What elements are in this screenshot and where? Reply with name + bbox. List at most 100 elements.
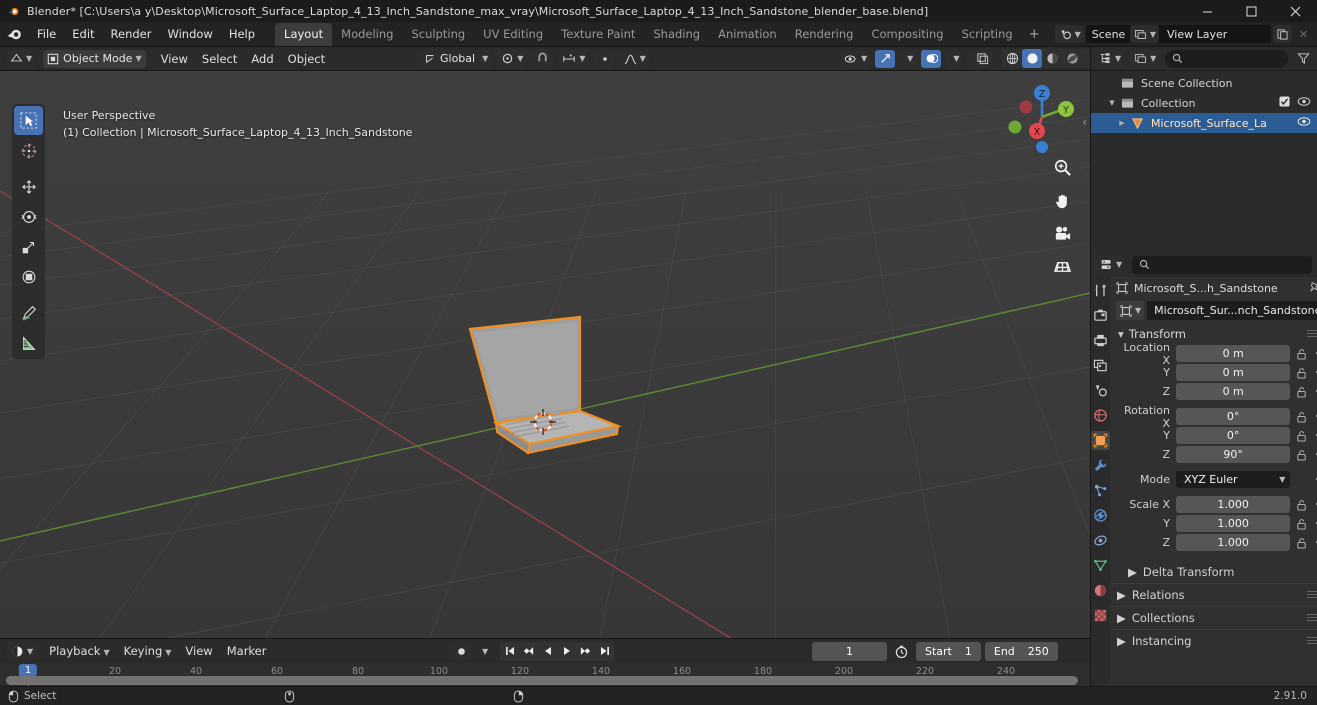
add-workspace-button[interactable]: + [1022, 25, 1047, 44]
lock-icon[interactable] [1294, 537, 1308, 549]
animate-property-dot[interactable]: • [1312, 429, 1317, 442]
expand-arrow[interactable]: ▼ [1105, 99, 1119, 107]
viewport-menu-object[interactable]: Object [281, 50, 332, 68]
lock-icon[interactable] [1294, 411, 1308, 423]
material-tab[interactable] [1091, 581, 1110, 600]
scene-tab[interactable] [1091, 381, 1110, 400]
solid-shading-button[interactable] [1022, 49, 1043, 68]
outliner-row-collection[interactable]: ▼ Collection [1091, 93, 1317, 113]
overlays-toggle[interactable] [921, 49, 942, 68]
modifier-tab[interactable] [1091, 456, 1110, 475]
physics-tab[interactable] [1091, 506, 1110, 525]
world-tab[interactable] [1091, 406, 1110, 425]
xray-toggle[interactable] [972, 49, 993, 68]
delta-transform-panel[interactable]: ▶ Delta Transform [1110, 560, 1317, 583]
3d-viewport[interactable]: User Perspective (1) Collection | Micros… [0, 71, 1090, 638]
eye-icon[interactable] [1297, 96, 1311, 110]
animate-property-dot[interactable]: • [1312, 410, 1317, 423]
snap-settings-dropdown[interactable]: ▼ [558, 49, 589, 68]
hand-icon[interactable] [1050, 188, 1074, 212]
properties-editor-type-button[interactable]: ▼ [1096, 255, 1126, 274]
particles-tab[interactable] [1091, 481, 1110, 500]
instancing-panel[interactable]: ▶ Instancing [1110, 629, 1317, 652]
timeline-menu-marker[interactable]: Marker [220, 642, 274, 660]
outliner-search-input[interactable] [1165, 49, 1288, 68]
frame-range-field[interactable]: Start 1 [916, 641, 981, 661]
tab-compositing[interactable]: Compositing [862, 23, 952, 46]
current-frame-field[interactable]: 1 [812, 641, 887, 661]
auto-keying-toggle[interactable] [452, 642, 470, 660]
tab-layout[interactable]: Layout [275, 22, 333, 46]
rotation-z-field[interactable]: 90° [1176, 446, 1291, 463]
new-view-layer-button[interactable] [1273, 25, 1292, 43]
output-tab[interactable] [1091, 331, 1110, 350]
tab-sculpting[interactable]: Sculpting [402, 23, 474, 46]
measure-tool-button[interactable] [14, 328, 43, 357]
outliner-row-laptop-object[interactable]: ▶ Microsoft_Surface_La [1091, 113, 1317, 133]
menu-help[interactable]: Help [221, 25, 263, 43]
menu-render[interactable]: Render [103, 25, 160, 43]
timeline-horizontal-scrollbar[interactable] [6, 676, 1078, 685]
rendered-shading-button[interactable] [1062, 49, 1082, 68]
scale-z-field[interactable]: 1.000 [1176, 534, 1291, 551]
animate-property-dot[interactable]: • [1312, 473, 1317, 486]
frame-end-field[interactable]: End 250 [984, 641, 1058, 661]
timeline-track[interactable]: 20 40 60 80 100 120 140 160 180 200 220 … [0, 663, 1090, 687]
outliner-row-scene-collection[interactable]: Scene Collection [1091, 73, 1317, 93]
previous-keyframe-button[interactable] [519, 642, 538, 661]
tab-uv-editing[interactable]: UV Editing [474, 23, 552, 46]
navigation-gizmo[interactable]: Z Y X [1002, 77, 1082, 157]
rotation-y-field[interactable]: 0° [1176, 427, 1291, 444]
menu-window[interactable]: Window [159, 25, 220, 43]
tool-tab[interactable] [1091, 281, 1110, 300]
rotation-x-field[interactable]: 0° [1176, 408, 1291, 425]
timeline-menu-keying[interactable]: Keying ▼ [117, 642, 179, 660]
zoom-icon[interactable] [1050, 155, 1074, 179]
close-button[interactable] [1273, 0, 1317, 22]
animate-property-dot[interactable]: • [1312, 448, 1317, 461]
data-tab[interactable] [1091, 556, 1110, 575]
animate-property-dot[interactable]: • [1312, 385, 1317, 398]
gizmo-toggle[interactable] [875, 49, 896, 68]
view-layer-browse-button[interactable]: ▼ [1129, 25, 1159, 43]
overlays-settings-dropdown[interactable]: ▼ [946, 49, 963, 68]
lock-icon[interactable] [1294, 367, 1308, 379]
lock-icon[interactable] [1294, 499, 1308, 511]
minimize-button[interactable] [1185, 0, 1229, 22]
location-x-field[interactable]: 0 m [1176, 345, 1291, 362]
animate-property-dot[interactable]: • [1312, 536, 1317, 549]
properties-search-input[interactable] [1132, 255, 1312, 274]
view-layer-name-field[interactable]: View Layer [1161, 25, 1271, 43]
transform-tool-button[interactable] [14, 262, 43, 291]
scene-browse-button[interactable]: ▼ [1054, 25, 1084, 43]
falloff-dropdown[interactable]: ▼ [619, 49, 649, 68]
material-preview-button[interactable] [1042, 49, 1062, 68]
timeline-editor-type-button[interactable]: ▼ [7, 642, 37, 660]
relations-panel[interactable]: ▶ Relations [1110, 583, 1317, 606]
tab-scripting[interactable]: Scripting [953, 23, 1022, 46]
scale-tool-button[interactable] [14, 232, 43, 261]
move-tool-button[interactable] [14, 172, 43, 201]
timeline-menu-view[interactable]: View [178, 642, 219, 660]
outliner-display-mode-dropdown[interactable]: ▼ [1130, 49, 1160, 68]
eye-icon[interactable] [1297, 116, 1311, 130]
play-reverse-button[interactable] [538, 642, 557, 661]
timeline-menu-playback[interactable]: Playback ▼ [42, 642, 116, 660]
animate-property-dot[interactable]: • [1312, 498, 1317, 511]
rotate-tool-button[interactable] [14, 202, 43, 231]
wireframe-shading-button[interactable] [1002, 49, 1022, 68]
collections-panel[interactable]: ▶ Collections [1110, 606, 1317, 629]
transform-orientation-dropdown[interactable]: Global ▼ [420, 49, 492, 68]
tab-shading[interactable]: Shading [644, 23, 709, 46]
object-browse-button[interactable]: ▼ [1116, 301, 1145, 320]
view-layer-tab[interactable] [1091, 356, 1110, 375]
tweak-tool-button[interactable] [14, 106, 43, 135]
next-keyframe-button[interactable] [576, 642, 595, 661]
animate-property-dot[interactable]: • [1312, 366, 1317, 379]
location-y-field[interactable]: 0 m [1176, 364, 1291, 381]
expand-arrow[interactable]: ▶ [1115, 119, 1129, 127]
scale-x-field[interactable]: 1.000 [1176, 496, 1291, 513]
tab-rendering[interactable]: Rendering [786, 23, 863, 46]
tab-animation[interactable]: Animation [709, 23, 786, 46]
menu-file[interactable]: File [29, 25, 64, 43]
